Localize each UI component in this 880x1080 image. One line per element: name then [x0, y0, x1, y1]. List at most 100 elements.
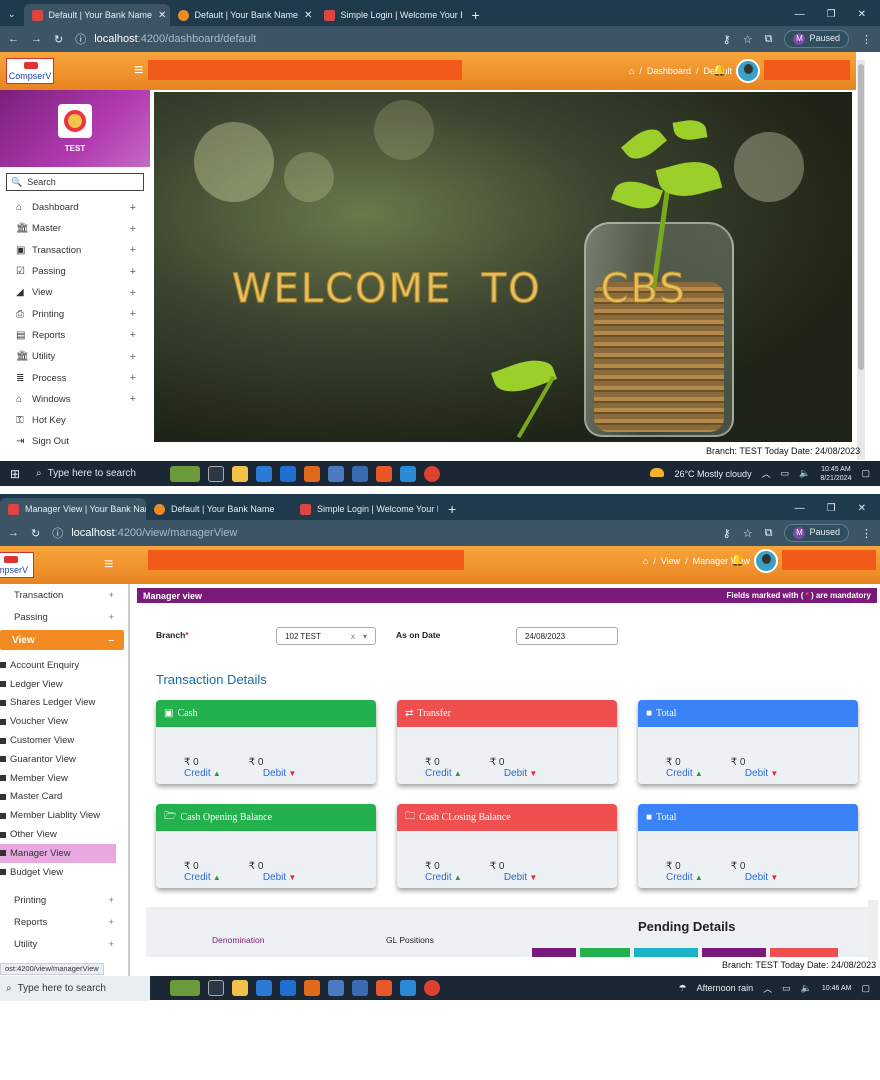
pending-button[interactable] — [532, 948, 576, 957]
expand-icon[interactable]: + — [130, 372, 136, 384]
sidebar-item-process[interactable]: ≣ Process + — [0, 367, 150, 388]
sidebar-item-transaction[interactable]: ▣ Transaction + — [0, 240, 150, 261]
restore-icon[interactable]: ❐ — [827, 9, 836, 20]
weather-text[interactable]: Afternoon rain — [697, 983, 754, 993]
sidebar-item-view[interactable]: ◢ View + — [0, 282, 150, 303]
submenu-item-budget-view[interactable]: Budget View — [0, 863, 128, 882]
submenu-item-master-card[interactable]: Master Card — [0, 788, 128, 807]
volume-icon[interactable]: 🔈 — [801, 983, 812, 994]
expand-icon[interactable]: + — [130, 244, 136, 256]
minimize-icon[interactable]: — — [795, 9, 805, 20]
restore-icon[interactable]: ❐ — [827, 503, 836, 514]
pending-button[interactable] — [580, 948, 630, 957]
app-icon[interactable] — [376, 465, 392, 482]
vscode-icon[interactable] — [400, 465, 416, 482]
sidebar-item-reports[interactable]: Reports + — [0, 912, 128, 934]
submenu-item-guarantor-view[interactable]: Guarantor View — [0, 750, 128, 769]
menu-kebab-icon[interactable]: ⋮ — [861, 527, 872, 540]
xampp-icon[interactable] — [304, 465, 320, 482]
sidebar-item-printing[interactable]: ⎙ Printing + — [0, 303, 150, 324]
breadcrumb-dashboard[interactable]: Dashboard — [647, 66, 691, 76]
collapse-icon[interactable]: – — [108, 635, 114, 646]
vscode-icon[interactable] — [400, 980, 416, 996]
expand-icon[interactable]: + — [108, 939, 114, 950]
taskbar-search[interactable]: ⌕ Type here to search — [0, 975, 150, 1001]
expand-icon[interactable]: + — [130, 308, 136, 320]
submenu-item-member-liablity-view[interactable]: Member Liablity View — [0, 806, 128, 825]
hamburger-menu-icon[interactable]: ≡ — [134, 62, 143, 80]
sidebar-item-windows[interactable]: ⌂ Windows + — [0, 389, 150, 410]
user-avatar[interactable] — [754, 549, 778, 573]
expand-icon[interactable]: + — [130, 266, 136, 278]
password-key-icon[interactable]: ⚷ — [723, 527, 731, 540]
windows-start-icon[interactable]: ⊞ — [0, 467, 30, 481]
compserv-logo[interactable]: ompserV — [0, 552, 34, 578]
app-icon[interactable] — [376, 980, 392, 996]
extensions-icon[interactable]: ⧉ — [765, 527, 773, 540]
weather-icon[interactable] — [650, 468, 665, 479]
pending-button[interactable] — [702, 948, 766, 957]
notification-bell-icon[interactable]: 🔔 — [730, 553, 745, 567]
sidebar-item-passing[interactable]: ☑ Passing + — [0, 261, 150, 282]
sidebar-item-utility[interactable]: Utility + — [0, 934, 128, 956]
expand-icon[interactable]: + — [130, 287, 136, 299]
widgets-icon[interactable] — [170, 980, 200, 996]
weather-text[interactable]: 26°C Mostly cloudy — [674, 469, 751, 479]
eclipse-icon[interactable] — [328, 980, 344, 996]
reload-icon[interactable]: ↻ — [54, 33, 63, 46]
task-view-icon[interactable] — [208, 465, 224, 482]
denomination-tab[interactable]: Denomination — [212, 935, 264, 945]
sidebar-item-passing[interactable]: Passing + — [0, 606, 128, 628]
submenu-item-ledger-view[interactable]: Ledger View — [0, 675, 128, 694]
sidebar-item-printing[interactable]: Printing + — [0, 890, 128, 912]
url-field[interactable]: ⓘ localhost:4200/view/managerView — [52, 525, 710, 541]
weather-icon[interactable]: ☂ — [679, 983, 687, 994]
home-icon[interactable]: ⌂ — [629, 66, 634, 76]
site-info-icon[interactable]: ⓘ — [52, 525, 63, 541]
volume-icon[interactable]: 🔈 — [799, 468, 810, 479]
clock[interactable]: 10:46 AM — [822, 984, 852, 993]
notification-bell-icon[interactable]: 🔔 — [712, 63, 727, 77]
scrollbar-thumb[interactable] — [858, 64, 864, 370]
submenu-item-manager-view[interactable]: Manager View — [0, 843, 116, 863]
notifications-icon[interactable]: ▢ — [861, 468, 870, 479]
browser-tab[interactable]: Default | Your Bank Name — [146, 498, 292, 520]
site-info-icon[interactable]: ⓘ — [75, 31, 86, 47]
page-scrollbar[interactable] — [868, 900, 878, 960]
browser-tab[interactable]: Simple Login | Welcome Your B✕ — [292, 498, 438, 520]
gl-positions-tab[interactable]: GL Positions — [386, 935, 434, 945]
expand-icon[interactable]: + — [130, 329, 136, 341]
sidebar-item-reports[interactable]: ▤ Reports + — [0, 325, 150, 346]
submenu-item-other-view[interactable]: Other View — [0, 825, 128, 844]
sidebar-item-hot-key[interactable]: ⚿ Hot Key — [0, 410, 150, 431]
expand-icon[interactable]: + — [108, 917, 114, 928]
new-tab-button[interactable]: + — [438, 501, 466, 520]
network-icon[interactable]: ▭ — [782, 983, 791, 994]
menu-kebab-icon[interactable]: ⋮ — [861, 33, 872, 46]
clock[interactable]: 10:45 AM 8/21/2024 — [820, 465, 851, 483]
pending-button[interactable] — [770, 948, 838, 957]
close-tab-icon[interactable]: ✕ — [304, 10, 312, 21]
file-explorer-icon[interactable] — [232, 465, 248, 482]
tray-chevron-icon[interactable]: ︿ — [762, 467, 771, 480]
mail-icon[interactable] — [280, 980, 296, 996]
pending-button[interactable] — [634, 948, 698, 957]
taskbar-search[interactable]: ⌕ Type here to search — [30, 461, 150, 486]
expand-icon[interactable]: + — [108, 895, 114, 906]
eclipse-icon[interactable] — [328, 465, 344, 482]
sidebar-search-input[interactable]: 🔍 Search — [6, 173, 144, 191]
breadcrumb-view[interactable]: View — [661, 556, 680, 566]
browser-tab[interactable]: Simple Login | Welcome Your B✕ — [316, 4, 462, 26]
forward-icon[interactable]: → — [8, 527, 19, 539]
chrome-icon[interactable] — [424, 465, 440, 482]
browser-tab[interactable]: Default | Your Bank Name ✕ — [23, 4, 170, 26]
expand-icon[interactable]: + — [130, 202, 136, 214]
sidebar-item-utility[interactable]: 🏛 Utility + — [0, 346, 150, 367]
sidebar-item-transaction[interactable]: Transaction + — [0, 584, 128, 606]
hamburger-menu-icon[interactable]: ≡ — [104, 556, 113, 574]
submenu-item-customer-view[interactable]: Customer View — [0, 731, 128, 750]
postgres-icon[interactable] — [352, 980, 368, 996]
profile-button[interactable]: M Paused — [784, 524, 849, 542]
password-key-icon[interactable]: ⚷ — [723, 33, 731, 46]
store-icon[interactable] — [256, 980, 272, 996]
